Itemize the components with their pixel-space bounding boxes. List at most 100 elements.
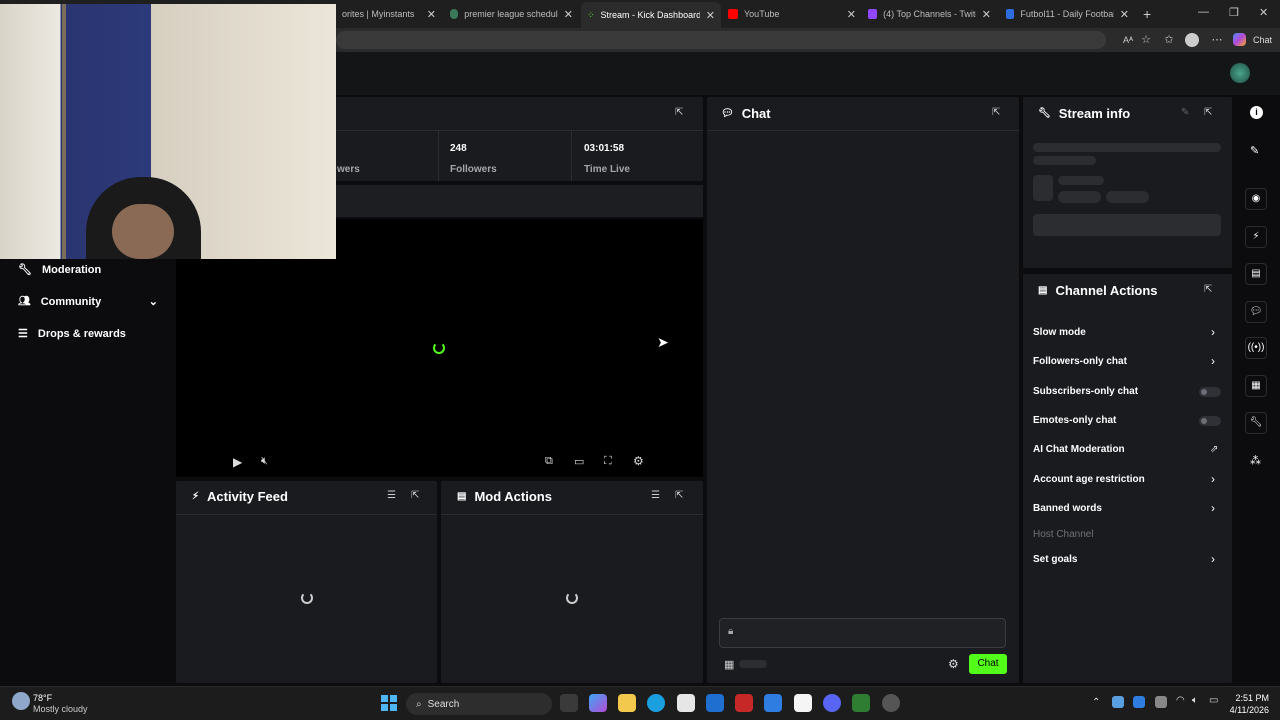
tasks-icon[interactable] [794,694,812,712]
subscribers-only-label: Subscribers-only chat [1033,386,1139,397]
pip-icon[interactable]: ⧉ [545,455,553,468]
banned-words-label[interactable]: Banned words [1033,503,1102,514]
sidebar-item-label: Moderation [41,263,102,276]
task-view-icon[interactable] [560,694,578,712]
divider [441,514,703,515]
close-icon[interactable]: ✕ [847,8,856,21]
volume-icon[interactable]: 🔈︎ [1192,695,1198,706]
chevron-right-icon[interactable]: › [1211,552,1215,566]
fullscreen-icon[interactable]: ⛶ [604,455,612,468]
tray-app-icon[interactable] [1133,696,1145,708]
profile-avatar[interactable] [1185,33,1199,47]
subscribers-only-toggle[interactable] [1199,387,1221,397]
battery-icon[interactable]: ▭ [1209,695,1218,706]
copilot-app-icon[interactable] [589,694,607,712]
chat-bubble-icon[interactable]: 💬︎ [1245,301,1267,323]
popout-icon[interactable]: ⇱ [411,490,419,501]
chevron-right-icon[interactable]: › [1211,325,1215,339]
tab-futbol11[interactable]: Futbol11 - Daily Football Ga ✕ [1000,4,1135,24]
minecraft-icon[interactable] [852,694,870,712]
chevron-right-icon[interactable]: › [1211,501,1215,515]
account-age-label[interactable]: Account age restriction [1033,474,1145,485]
mail-icon[interactable] [764,694,782,712]
slow-mode-label[interactable]: Slow mode [1033,327,1086,338]
apps-icon[interactable]: ⁂ [1250,454,1261,467]
tab-twitch[interactable]: (4) Top Channels - Twitch ✕ [862,4,997,24]
sidebar-item-drops-rewards[interactable]: ☰ Drops & rewards [18,327,126,341]
chevron-up-icon[interactable]: ⌃ [1092,697,1100,708]
settings-gear-icon[interactable]: ⚙ [633,454,644,468]
tab-kick-dashboard[interactable]: ⁘ Stream - Kick Dashboard ✕ [581,2,721,28]
chat-header: 💬︎ Chat [721,106,771,121]
new-tab-icon[interactable]: + [1143,6,1151,22]
close-icon[interactable]: ✕ [564,8,573,21]
popout-icon[interactable]: ⇱ [992,107,1000,118]
start-icon[interactable] [381,695,397,711]
chat-settings-icon[interactable]: ⚙ [948,657,959,671]
address-bar[interactable] [336,31,1106,49]
tray-app-icon[interactable] [1155,696,1167,708]
discord-icon[interactable] [823,694,841,712]
popout-icon[interactable]: ⇱ [675,490,683,501]
info-icon[interactable]: i [1250,106,1263,119]
edit-pencil-icon[interactable]: ✎ [1250,144,1259,157]
document-icon[interactable]: ▤ [1245,263,1267,285]
favorites-icon[interactable]: ✩ [1162,33,1176,47]
tab-youtube[interactable]: YouTube ✕ [722,4,862,24]
copilot-icon[interactable] [1233,33,1246,46]
broadcast-icon[interactable]: ((•)) [1245,337,1267,359]
chevron-right-icon[interactable]: › [1211,354,1215,368]
wrench-icon[interactable]: 🔧︎ [1245,412,1267,434]
tab-myinstants[interactable]: orites | Myinstants ✕ [336,4,442,24]
followers-only-label[interactable]: Followers-only chat [1033,356,1127,367]
close-icon[interactable]: ✕ [427,8,436,21]
set-goals-label[interactable]: Set goals [1033,554,1077,565]
popout-icon[interactable]: ⇱ [675,107,683,118]
file-explorer-icon[interactable] [618,694,636,712]
wifi-icon[interactable]: ◠ [1176,695,1185,706]
play-icon[interactable]: ▶ [233,455,242,469]
edge-icon[interactable] [647,694,665,712]
favorite-star-icon[interactable]: ☆ [1139,33,1153,47]
emote-store-icon[interactable]: ▦ [724,658,734,671]
chevron-right-icon[interactable]: › [1211,472,1215,486]
mcafee-icon[interactable] [735,694,753,712]
mute-icon[interactable]: 🔇︎ [261,455,268,468]
window-close-icon[interactable]: ✕ [1259,6,1268,19]
camera-icon[interactable]: ◉ [1245,188,1267,210]
more-icon[interactable]: ⋯ [1210,33,1224,47]
popout-icon[interactable]: ⇱ [1204,284,1212,295]
minimize-icon[interactable]: — [1198,6,1209,18]
sidebar-item-community[interactable]: 👥︎ Community ⌄ [18,295,158,309]
external-link-icon[interactable]: ⇗ [1210,444,1218,455]
clock-date[interactable]: 4/11/2026 [1222,705,1269,715]
channel-icon[interactable]: ▦ [1245,375,1267,397]
close-icon[interactable]: ✕ [1120,8,1129,21]
ai-chat-moderation-label[interactable]: AI Chat Moderation [1033,444,1125,455]
store-icon[interactable] [677,694,695,712]
clock-time[interactable]: 2:51 PM [1229,693,1269,703]
lightning-icon[interactable]: ⚡︎ [1245,226,1267,248]
vscode-icon[interactable] [706,694,724,712]
tab-premier-league[interactable]: premier league schedule - G ✕ [444,4,579,24]
filter-icon[interactable]: ☰ [387,490,396,501]
close-icon[interactable]: ✕ [982,8,991,21]
emotes-only-toggle[interactable] [1199,416,1221,426]
taskbar-search[interactable]: ⌕ Search [406,693,552,715]
close-icon[interactable]: ✕ [706,9,715,22]
read-aloud-icon[interactable]: Aᴬ [1121,33,1135,47]
chevron-down-icon[interactable]: ⌄ [149,295,158,308]
edit-pencil-icon[interactable]: ✎ [1181,107,1189,118]
chat-input[interactable] [719,618,1006,648]
sidebar-item-moderation[interactable]: 🔧︎ Moderation [18,263,102,277]
onedrive-icon[interactable] [1112,696,1124,708]
weather-icon[interactable] [12,692,30,710]
user-avatar[interactable] [1230,63,1250,83]
theater-icon[interactable]: ▭ [574,455,584,468]
copilot-chat-button[interactable]: Chat [1253,35,1272,45]
restore-icon[interactable]: ❐ [1229,6,1239,19]
chat-send-button[interactable]: Chat [969,654,1007,674]
popout-icon[interactable]: ⇱ [1204,107,1212,118]
obs-icon[interactable] [882,694,900,712]
filter-icon[interactable]: ☰ [651,490,660,501]
